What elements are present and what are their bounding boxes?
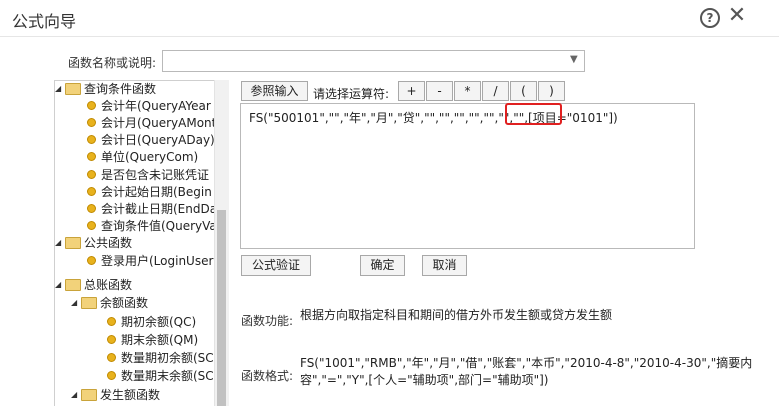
reference-input-button[interactable]: 参照输入	[241, 81, 308, 101]
function-bullet-icon	[107, 335, 116, 344]
function-bullet-icon	[87, 152, 96, 161]
operator-minus-button[interactable]: -	[426, 81, 453, 101]
function-bullet-icon	[87, 135, 96, 144]
function-format-text: FS("1001","RMB","年","月","借","账套","本币","2…	[300, 356, 753, 387]
function-name-label: 函数名称或说明:	[68, 56, 157, 70]
expand-arrow-icon[interactable]: ◢	[55, 81, 65, 98]
function-bullet-icon	[87, 256, 96, 265]
tree-item-accounting-year[interactable]: 会计年(QueryAYear	[87, 97, 211, 115]
function-desc-label: 函数功能:	[241, 314, 294, 328]
function-bullet-icon	[87, 170, 96, 179]
formula-editor[interactable]: FS("500101","","年","月","贷","","","","","…	[240, 103, 695, 249]
tree-item-qty-closing-balance[interactable]: 数量期末余额(SC	[107, 367, 214, 385]
folder-icon	[81, 296, 97, 309]
dialog-title: 公式向导	[12, 12, 77, 31]
function-bullet-icon	[87, 187, 96, 196]
tree-item-end-date[interactable]: 会计截止日期(EndDa	[87, 200, 217, 218]
function-bullet-icon	[87, 118, 96, 127]
function-format-label: 函数格式:	[241, 369, 294, 383]
title-bar: 公式向导 ? ✕	[0, 0, 779, 37]
tree-item-balance-functions[interactable]: ◢ 余额函数	[71, 294, 148, 312]
tree-item-qty-opening-balance[interactable]: 数量期初余额(SC	[107, 349, 214, 367]
operator-plus-button[interactable]: +	[398, 81, 425, 101]
function-bullet-icon	[87, 221, 96, 230]
function-bullet-icon	[107, 317, 116, 326]
tree-item-accounting-day[interactable]: 会计日(QueryADay)	[87, 131, 215, 149]
tree-item-ledger-functions[interactable]: ◢ 总账函数	[55, 276, 132, 294]
tree-item-amount-functions[interactable]: ◢ 发生额函数	[71, 386, 160, 404]
help-icon[interactable]: ?	[700, 8, 720, 28]
tree-item-opening-balance[interactable]: 期初余额(QC)	[107, 313, 196, 331]
operator-open-paren-button[interactable]: (	[510, 81, 537, 101]
operator-multiply-button[interactable]: *	[454, 81, 481, 101]
operator-label: 请选择运算符:	[313, 87, 390, 101]
folder-icon	[65, 236, 81, 249]
tree-item-query-value[interactable]: 查询条件值(QueryVa	[87, 217, 217, 235]
operator-close-paren-button[interactable]: )	[538, 81, 565, 101]
function-tree: ◢ 查询条件函数 会计年(QueryAYear 会计月(QueryAMont 会计…	[54, 80, 229, 406]
formula-text: FS("500101","","年","月","贷","","","","","…	[249, 111, 618, 125]
operator-divide-button[interactable]: /	[482, 81, 509, 101]
tree-item-include-unposted[interactable]: 是否包含未记账凭证	[87, 166, 209, 184]
tree-item-closing-balance[interactable]: 期末余额(QM)	[107, 331, 198, 349]
tree-item-query-functions[interactable]: ◢ 查询条件函数	[55, 81, 156, 98]
tree-item-login-user[interactable]: 登录用户(LoginUser	[87, 252, 213, 270]
function-bullet-icon	[107, 371, 116, 380]
validate-formula-button[interactable]: 公式验证	[241, 255, 311, 276]
tree-scrollbar[interactable]	[214, 80, 229, 406]
folder-icon	[81, 388, 97, 401]
tree-item-accounting-month[interactable]: 会计月(QueryAMont	[87, 114, 216, 132]
tree-item-query-company[interactable]: 单位(QueryCom)	[87, 148, 198, 166]
tree-scrollbar-thumb[interactable]	[217, 210, 226, 406]
close-icon[interactable]: ✕	[727, 5, 747, 27]
function-name-select[interactable]: ▼	[162, 50, 585, 72]
expand-arrow-icon[interactable]: ◢	[55, 276, 65, 294]
tree-item-common-functions[interactable]: ◢ 公共函数	[55, 234, 132, 252]
function-desc-text: 根据方向取指定科目和期间的借方外币发生额或贷方发生额	[300, 308, 613, 322]
cancel-button[interactable]: 取消	[422, 255, 467, 276]
expand-arrow-icon[interactable]: ◢	[71, 294, 81, 312]
expand-arrow-icon[interactable]: ◢	[71, 386, 81, 404]
function-bullet-icon	[87, 101, 96, 110]
ok-button[interactable]: 确定	[360, 255, 405, 276]
tree-item-begin-date[interactable]: 会计起始日期(Begin	[87, 183, 212, 201]
function-bullet-icon	[107, 353, 116, 362]
formula-highlight-box	[505, 103, 562, 125]
chevron-down-icon: ▼	[570, 54, 578, 65]
folder-icon	[65, 278, 81, 291]
function-bullet-icon	[87, 204, 96, 213]
expand-arrow-icon[interactable]: ◢	[55, 234, 65, 252]
folder-icon	[65, 82, 81, 95]
